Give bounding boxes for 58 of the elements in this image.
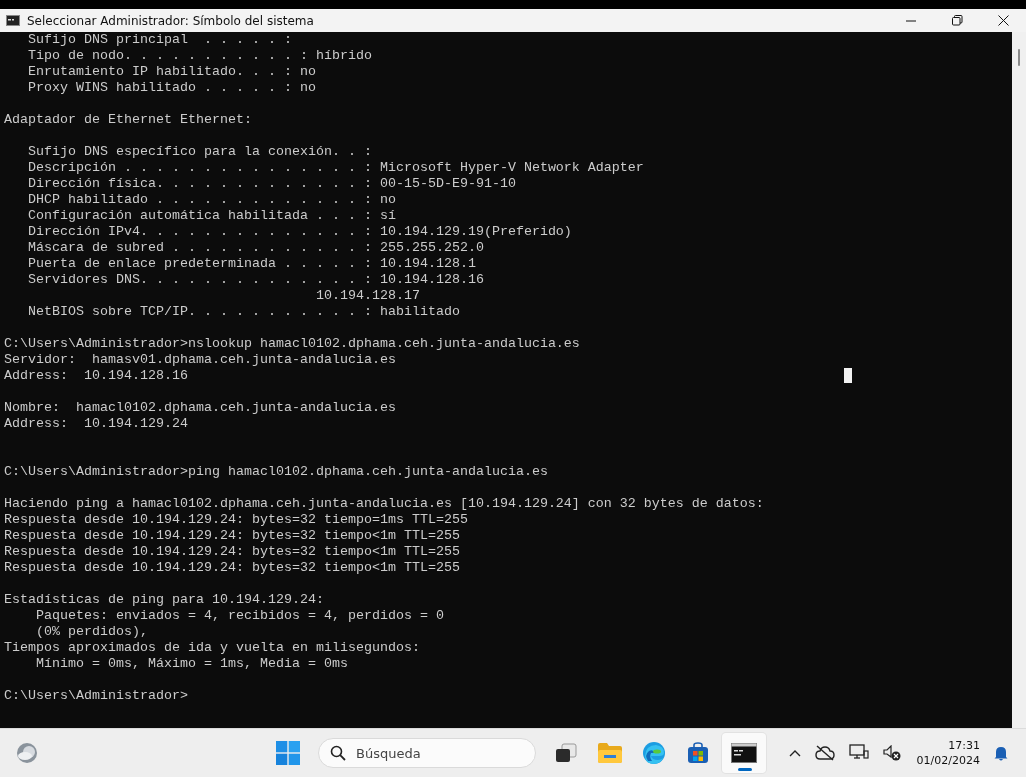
console-line: C:\Users\Administrador>ping hamacl0102.dphama.ceh.junta-andalucia.es [4,464,548,480]
chevron-up-icon[interactable] [788,749,801,757]
console-line: Enrutamiento IP habilitado. . . : no [27,64,316,80]
network-icon[interactable] [848,744,869,762]
console-line: Máscara de subred . . . . . . . . . . . . : 255.255.252.0 [27,240,484,256]
console-line: Sufijo DNS principal . . . . . : [27,32,292,48]
clock-date: 01/02/2024 [916,753,980,768]
search-icon [330,745,346,761]
console-line: C:\Users\Administrador> [4,688,188,704]
console-line: Puerta de enlace predeterminada . . . . . : 10.194.128.1 [27,256,476,272]
console-line: Servidores DNS. . . . . . . . . . . . . . : 10.194.128.16 [27,272,484,288]
selection-cursor [844,368,852,383]
console-line: Respuesta desde 10.194.129.24: bytes=32 tiempo<1m TTL=255 [4,544,460,560]
console-line: Adaptador de Ethernet Ethernet: [4,112,252,128]
console-line: DHCP habilitado . . . . . . . . . . . . . : no [27,192,396,208]
search-field[interactable]: Búsqueda [318,738,536,768]
task-view-icon [554,742,578,764]
console-line: Tiempos aproximados de ida y vuelta en milisegundos: [4,640,420,656]
console-icon [6,15,20,26]
window-title: Seleccionar Administrador: Símbolo del sistema [27,13,314,28]
clock[interactable]: 17:31 01/02/2024 [916,738,980,768]
notification-bell-icon[interactable] [994,745,1008,761]
console-line: Descripción . . . . . . . . . . . . . . . : Microsoft Hyper-V Network Adapter [27,160,644,176]
console-line: Servidor: hamasv01.dphama.ceh.junta-andalucia.es [4,352,396,368]
clock-time: 17:31 [948,738,980,753]
console-line: C:\Users\Administrador>nslookup hamacl0102.dphama.ceh.junta-andalucia.es [4,336,580,352]
console-line: NetBIOS sobre TCP/IP. . . . . . . . . . . : habilitado [27,304,460,320]
console-line: Paquetes: enviados = 4, recibidos = 4, perdidos = 0 [35,608,444,624]
browser-icon [642,741,666,765]
console-line: Sufijo DNS específico para la conexión. . : [27,144,372,160]
terminal-icon [731,743,757,763]
weather-icon[interactable] [16,742,38,764]
console-line: 10.194.128.17 [314,288,420,304]
console-line: Dirección física. . . . . . . . . . . . . : 00-15-5D-E9-91-10 [27,176,516,192]
console-line: (0% perdidos), [35,624,148,640]
console-line: Address: 10.194.128.16 [4,368,188,384]
console-line: Haciendo ping a hamacl0102.dphama.ceh.junta-andalucia.es [10.194.129.24] con 32 bytes de datos: [4,496,764,512]
console-line: Estadísticas de ping para 10.194.129.24: [4,592,324,608]
console-line: Configuración automática habilitada . . . : sí [27,208,396,224]
console-line: Proxy WINS habilitado . . . . . : no [27,80,316,96]
console-line: Address: 10.194.129.24 [4,416,188,432]
scrollbar-thumb[interactable] [1018,49,1020,66]
windows-logo-icon [276,741,300,765]
close-icon [997,15,1009,26]
console-line: Respuesta desde 10.194.129.24: bytes=32 tiempo<1m TTL=255 [4,528,460,544]
console-line: Tipo de nodo. . . . . . . . . . . : híbrido [27,48,372,64]
cloud-off-icon[interactable] [814,745,835,761]
folder-icon [597,742,623,764]
console-line: Dirección IPv4. . . . . . . . . . . . . . : 10.194.129.19(Preferido) [27,224,572,240]
restore-icon [951,15,963,26]
console-line: Respuesta desde 10.194.129.24: bytes=32 tiempo<1m TTL=255 [4,560,460,576]
taskbar-app-button[interactable] [722,733,766,773]
scrollbar[interactable] [1012,32,1026,728]
store-bag-icon [686,741,710,765]
volume-muted-icon[interactable] [882,745,901,761]
console-line: Nombre: hamacl0102.dphama.ceh.junta-andalucia.es [4,400,396,416]
console-line: Mínimo = 0ms, Máximo = 1ms, Media = 0ms [35,656,348,672]
console-line: Respuesta desde 10.194.129.24: bytes=32 tiempo=1ms TTL=255 [4,512,468,528]
